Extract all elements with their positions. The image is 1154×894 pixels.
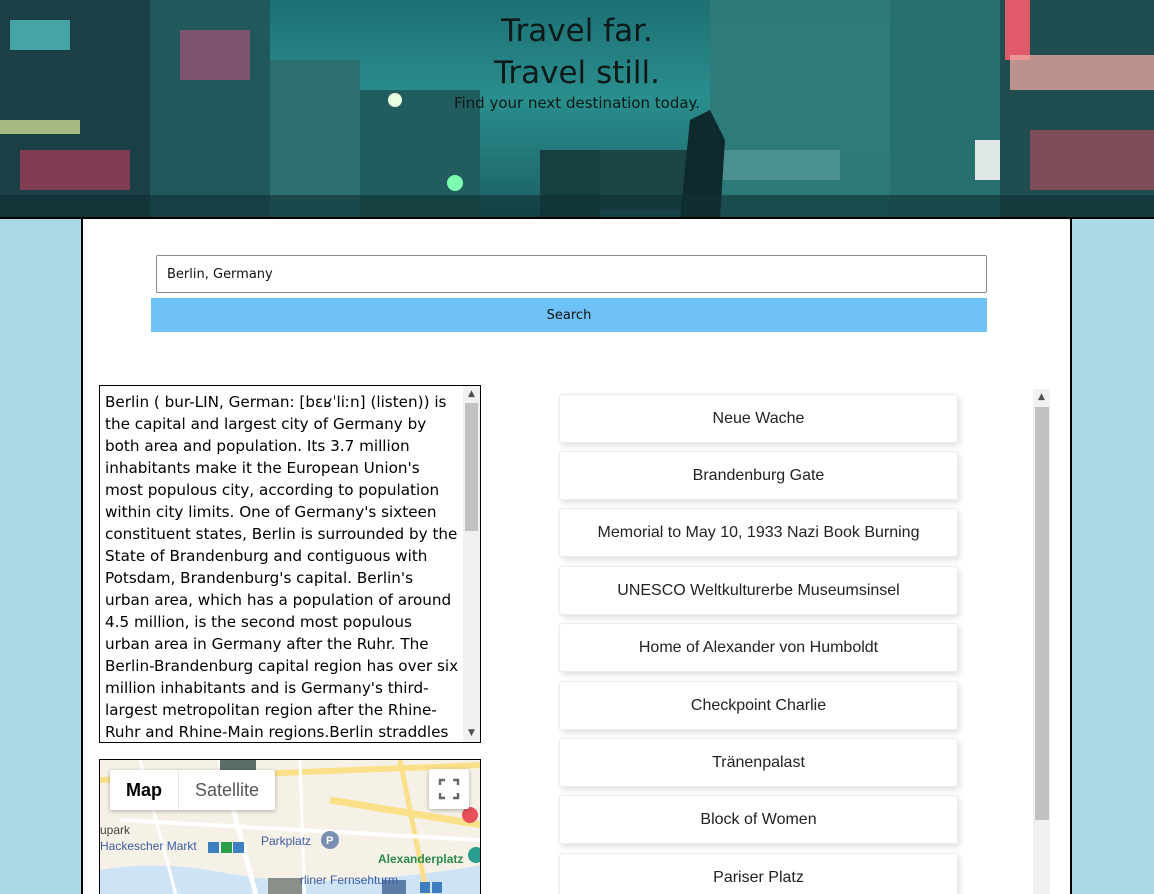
- fullscreen-button[interactable]: [429, 769, 469, 809]
- map-label-alexanderplatz: Alexanderplatz: [378, 852, 464, 866]
- attractions-list[interactable]: Neue Wache Brandenburg Gate Memorial to …: [557, 389, 1053, 894]
- fullscreen-icon: [438, 778, 460, 800]
- google-map[interactable]: P upark Hackescher Markt Parkplatz Alexa…: [99, 759, 481, 894]
- attraction-button[interactable]: Pariser Platz: [559, 853, 958, 894]
- hero-subtitle: Find your next destination today.: [453, 94, 701, 112]
- map-type-toggle: Map Satellite: [110, 770, 276, 810]
- attraction-button[interactable]: Brandenburg Gate: [559, 451, 958, 500]
- hero-title-line1: Travel far.: [501, 13, 653, 49]
- city-description-box[interactable]: Berlin ( bur-LIN, German: [bɛʁˈliːn] (li…: [99, 385, 481, 743]
- attraction-button[interactable]: Tränenpalast: [559, 738, 958, 787]
- search-button[interactable]: Search: [151, 298, 987, 332]
- hero-banner: Travel far. Travel still. Find your next…: [0, 0, 1154, 219]
- attraction-button[interactable]: Neue Wache: [559, 394, 958, 443]
- search-input[interactable]: [156, 255, 987, 293]
- scrollbar-thumb[interactable]: [465, 403, 478, 531]
- attraction-button[interactable]: UNESCO Weltkulturerbe Museumsinsel: [559, 566, 958, 615]
- description-scrollbar[interactable]: ▲ ▼: [463, 386, 480, 742]
- attraction-button[interactable]: Checkpoint Charlie: [559, 681, 958, 730]
- attractions-scrollbar[interactable]: ▲: [1033, 389, 1050, 894]
- map-type-map-tab[interactable]: Map: [110, 770, 178, 810]
- map-label-parkplatz: Parkplatz: [261, 834, 312, 848]
- scroll-down-arrow-icon[interactable]: ▼: [463, 725, 480, 742]
- attraction-button[interactable]: Home of Alexander von Humboldt: [559, 623, 958, 672]
- scroll-up-arrow-icon[interactable]: ▲: [1033, 389, 1050, 406]
- attraction-button[interactable]: Memorial to May 10, 1933 Nazi Book Burni…: [559, 508, 958, 557]
- hero-title-line2: Travel still.: [493, 55, 660, 91]
- map-label-upark: upark: [100, 823, 131, 837]
- map-label-hackescher-markt: Hackescher Markt: [100, 839, 197, 853]
- scrollbar-thumb[interactable]: [1035, 407, 1049, 820]
- city-description-text: Berlin ( bur-LIN, German: [bɛʁˈliːn] (li…: [105, 393, 459, 741]
- map-type-satellite-tab[interactable]: Satellite: [178, 770, 275, 810]
- svg-text:P: P: [326, 835, 333, 847]
- attraction-button[interactable]: Block of Women: [559, 795, 958, 844]
- map-label-fernsehturm: rliner Fernsehturm: [300, 873, 399, 887]
- scroll-up-arrow-icon[interactable]: ▲: [463, 386, 480, 403]
- main-panel: Search Berlin ( bur-LIN, German: [bɛʁˈli…: [81, 219, 1072, 894]
